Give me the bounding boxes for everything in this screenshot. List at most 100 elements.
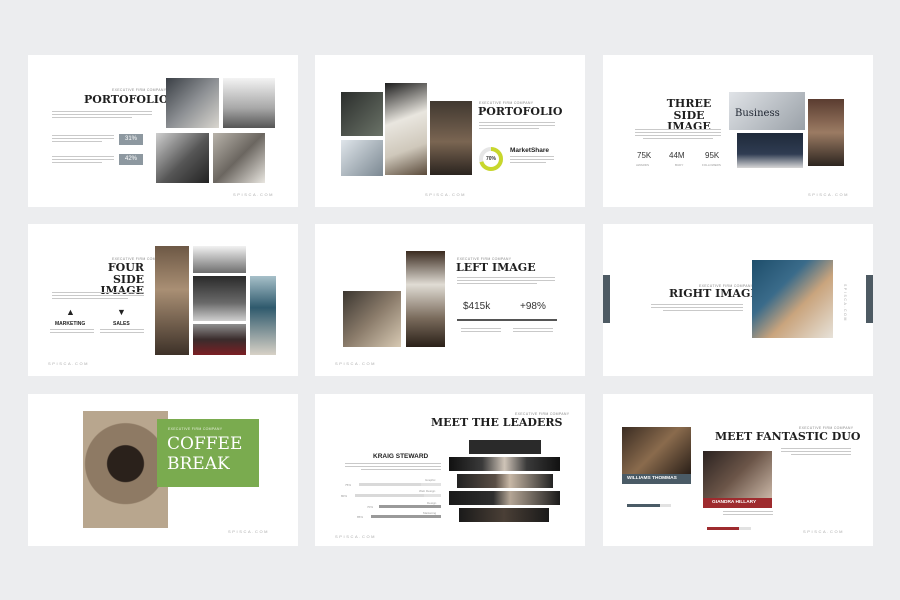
leader-photo-mosaic bbox=[449, 440, 560, 532]
body-text bbox=[100, 332, 144, 334]
body-text bbox=[635, 132, 721, 134]
skill-bar bbox=[627, 504, 671, 507]
interior-photo bbox=[193, 276, 246, 321]
market-share-label: MarketShare bbox=[510, 147, 550, 154]
body-text bbox=[781, 451, 851, 453]
slide-portofolio[interactable]: EXECUTIVE FIRM COMPANY PORTOFOLIO 31% 42… bbox=[28, 55, 298, 207]
slide-four-side-image[interactable]: EXECUTIVE FIRM COMPANY FOUR SIDE IMAGE ▲… bbox=[28, 224, 298, 376]
interior-photo bbox=[193, 246, 246, 273]
skill-label: Graphic bbox=[425, 478, 436, 482]
slide-right-image[interactable]: EXECUTIVE FIRM COMPANY RIGHT IMAGE SPISC… bbox=[603, 224, 873, 376]
laptop-photo bbox=[341, 140, 383, 176]
newspaper-photo: Business bbox=[729, 92, 805, 130]
body-text bbox=[457, 280, 555, 282]
body-text bbox=[479, 125, 555, 127]
item-label: SALES bbox=[113, 321, 130, 327]
skill-bar bbox=[359, 483, 441, 486]
slide-title: MEET FANTASTIC DUO bbox=[715, 430, 861, 443]
body-text bbox=[345, 466, 441, 468]
body-text bbox=[52, 162, 102, 164]
body-text bbox=[52, 135, 114, 137]
footer-text: SPISCA.COM bbox=[335, 361, 377, 366]
body-text bbox=[52, 111, 152, 113]
body-text bbox=[52, 156, 114, 158]
body-text bbox=[461, 331, 501, 333]
slide-three-side-image[interactable]: THREE SIDE IMAGE 75K 44M 95K AWARDS BUDY… bbox=[603, 55, 873, 207]
footer-text: SPISCA.COM bbox=[48, 361, 90, 366]
stat-value: 95K bbox=[705, 151, 720, 160]
body-text bbox=[510, 159, 554, 161]
side-bar-left bbox=[603, 275, 610, 323]
body-text bbox=[635, 135, 721, 137]
slide-left-image[interactable]: EXECUTIVE FIRM COMPANY LEFT IMAGE $415k … bbox=[315, 224, 585, 376]
body-text bbox=[52, 114, 152, 116]
skill-percent: 70% bbox=[367, 505, 374, 509]
body-text bbox=[635, 129, 721, 131]
office-photo bbox=[156, 133, 209, 183]
percent-badge: 31% bbox=[119, 134, 143, 145]
office-photo bbox=[808, 99, 844, 166]
body-text bbox=[781, 448, 851, 450]
books-photo bbox=[250, 276, 276, 355]
footer-text: SPISCA.COM bbox=[808, 192, 850, 197]
person-photo bbox=[622, 427, 691, 474]
slide-title: COFFEE BREAK bbox=[167, 434, 243, 475]
slide-meet-fantastic-duo[interactable]: WILLIAMS THOMMAS GIANDRA HILLARY EXECUTI… bbox=[603, 394, 873, 546]
body-text bbox=[513, 328, 553, 330]
slide-title: THREE SIDE IMAGE bbox=[666, 97, 712, 134]
slide-coffee-break[interactable]: EXECUTIVE FIRM COMPANY COFFEE BREAK SPIS… bbox=[28, 394, 298, 546]
body-text bbox=[651, 307, 743, 309]
skill-label bbox=[627, 499, 628, 503]
window-photo bbox=[406, 251, 445, 347]
slide-meet-the-leaders[interactable]: EXECUTIVE FIRM COMPANY MEET THE LEADERS … bbox=[315, 394, 585, 546]
coffee-cups-photo bbox=[83, 411, 168, 528]
footer-text: SPISCA.COM bbox=[425, 192, 467, 197]
skill-percent: 75% bbox=[345, 483, 352, 487]
slide-title: PORTOFOLIO bbox=[84, 93, 169, 106]
slide-title: MEET THE LEADERS bbox=[431, 416, 563, 429]
body-text bbox=[510, 156, 554, 158]
slide-portofolio-2[interactable]: EXECUTIVE FIRM COMPANY PORTOFOLIO 70% Ma… bbox=[315, 55, 585, 207]
notebook-photo bbox=[385, 83, 427, 175]
body-text bbox=[50, 329, 94, 331]
item-label: MARKETING bbox=[55, 321, 86, 327]
body-text bbox=[723, 514, 773, 516]
office-photo bbox=[166, 78, 219, 128]
body-text bbox=[52, 159, 114, 161]
body-text bbox=[50, 332, 94, 334]
chairs-photo bbox=[193, 324, 246, 355]
body-text bbox=[510, 162, 546, 164]
skill-bar bbox=[371, 515, 441, 518]
slide-tagline: EXECUTIVE FIRM COMPANY bbox=[168, 427, 223, 431]
person-name: WILLIAMS THOMMAS bbox=[627, 476, 677, 481]
slide-title: LEFT IMAGE bbox=[456, 261, 536, 274]
body-text bbox=[651, 304, 743, 306]
slide-title: RIGHT IMAGE bbox=[669, 287, 759, 300]
body-text bbox=[52, 138, 114, 140]
skill-label: Web Design bbox=[419, 489, 436, 493]
slide-title: PORTOFOLIO bbox=[478, 105, 563, 118]
body-text bbox=[52, 292, 144, 294]
office-photo bbox=[223, 78, 275, 128]
body-text bbox=[643, 138, 713, 140]
donut-value: 70% bbox=[485, 156, 496, 162]
stat-value: 44M bbox=[669, 151, 685, 160]
skill-bar bbox=[707, 527, 751, 530]
body-text bbox=[345, 463, 441, 465]
body-text bbox=[479, 122, 555, 124]
skill-percent: 85% bbox=[357, 515, 364, 519]
body-text bbox=[52, 141, 102, 143]
businessman-photo bbox=[737, 133, 803, 168]
body-text bbox=[457, 277, 555, 279]
body-text bbox=[791, 454, 851, 456]
skill-bar bbox=[379, 505, 441, 508]
stat-label: FOLLOWERS bbox=[702, 163, 721, 167]
percent-badge: 42% bbox=[119, 154, 143, 165]
body-text bbox=[361, 469, 441, 471]
stat-value: $415k bbox=[463, 301, 491, 312]
coffee-photo bbox=[430, 101, 472, 175]
stat-divider bbox=[457, 319, 557, 321]
body-text bbox=[52, 295, 144, 297]
woman-photo bbox=[343, 291, 401, 347]
body-text bbox=[457, 283, 537, 285]
